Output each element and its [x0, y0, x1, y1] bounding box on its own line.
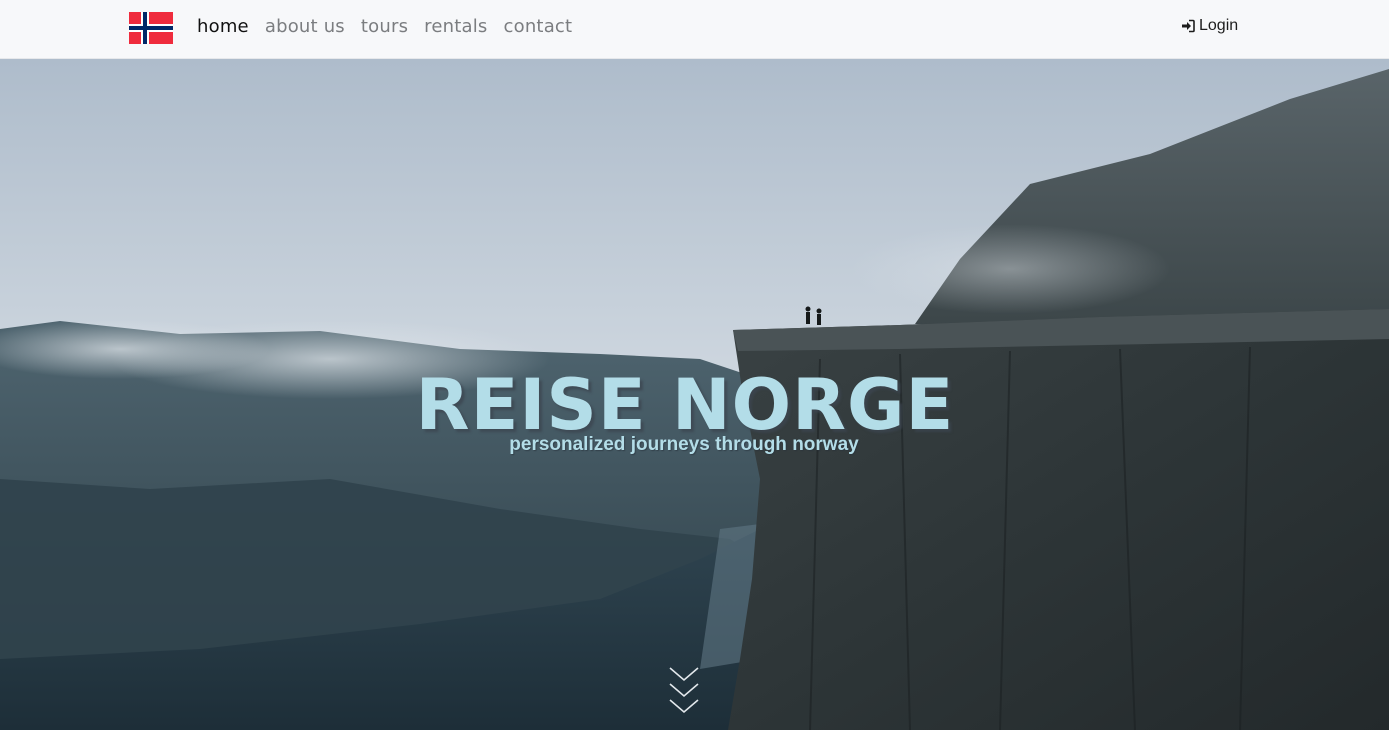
sign-in-icon	[1182, 19, 1195, 33]
hero-subtitle: personalized journeys through norway	[509, 434, 859, 455]
hero-section: REISE NORGE personalized journeys throug…	[0, 59, 1389, 730]
nav-link-home[interactable]: home	[197, 13, 249, 41]
top-navbar: home about us tours rentals contact Logi…	[0, 0, 1389, 59]
nav-link-contact[interactable]: contact	[504, 13, 573, 41]
login-label: Login	[1199, 17, 1239, 34]
nav-link-rentals[interactable]: rentals	[424, 13, 487, 41]
nav-link-about-us[interactable]: about us	[265, 13, 345, 41]
triple-chevron-down-icon	[669, 667, 699, 714]
login-button[interactable]: Login	[1181, 17, 1238, 35]
nav-link-tours[interactable]: tours	[361, 13, 408, 41]
scroll-down-button[interactable]	[668, 666, 700, 716]
norway-flag-icon[interactable]	[129, 12, 173, 44]
main-nav: home about us tours rentals contact	[197, 13, 572, 41]
